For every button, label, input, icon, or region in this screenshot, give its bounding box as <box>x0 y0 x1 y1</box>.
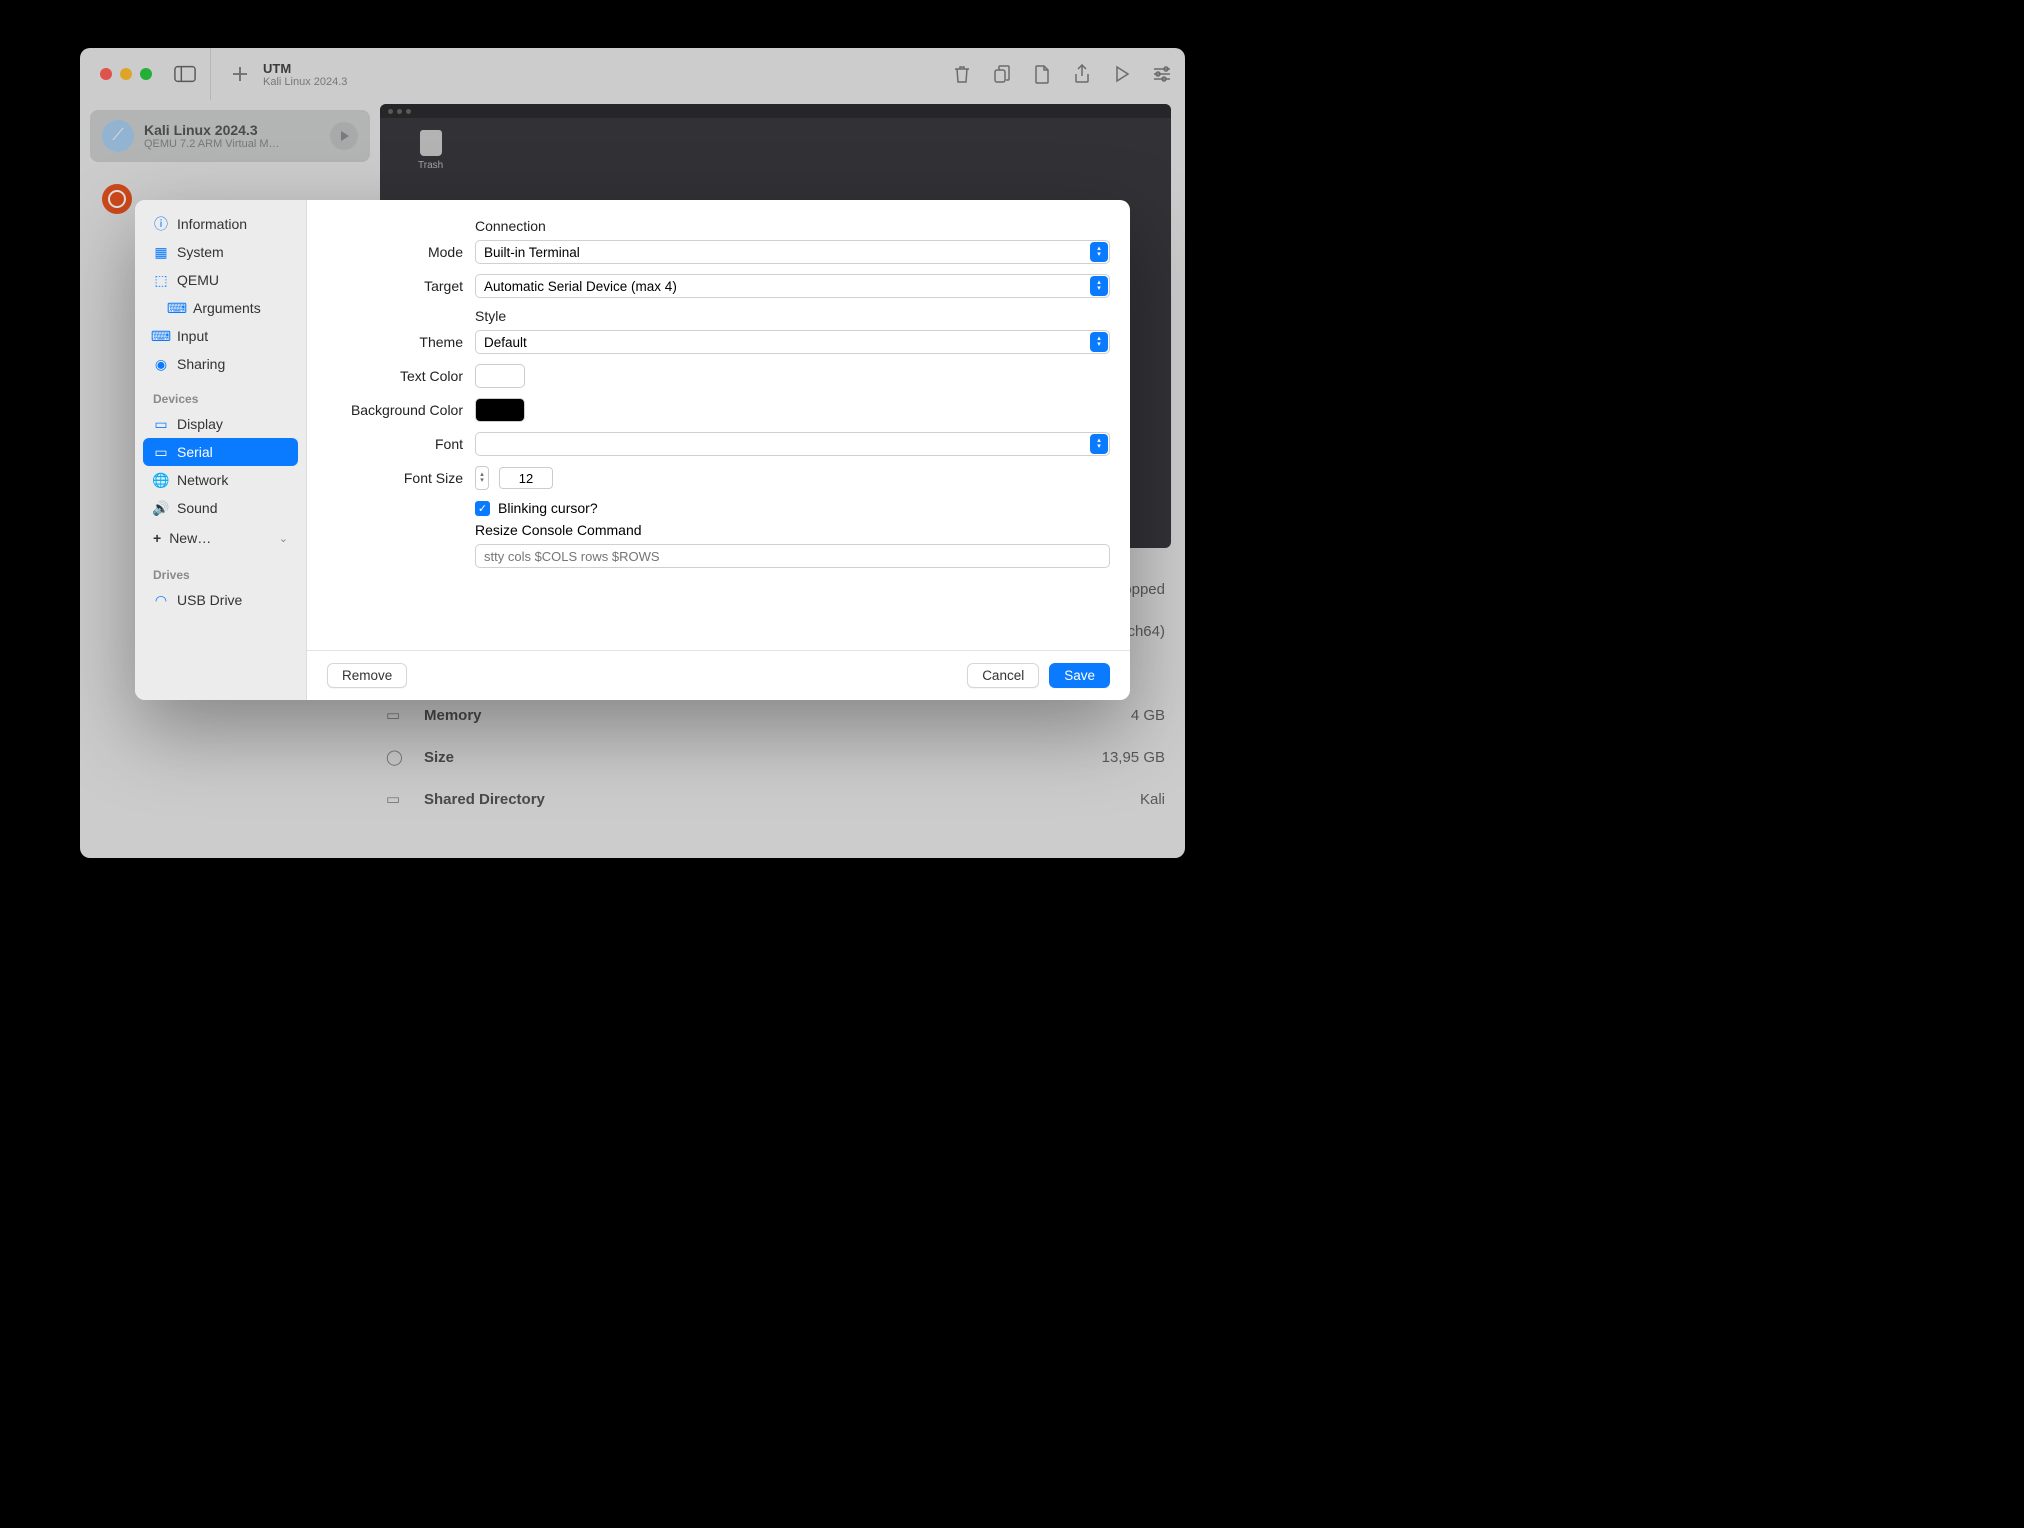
cube-icon: ⬚ <box>153 272 169 288</box>
sheet-footer: Remove Cancel Save <box>307 650 1130 700</box>
sidebar-new[interactable]: +New…⌄ <box>143 522 298 554</box>
sidebar-item-sharing[interactable]: ◉Sharing <box>143 350 298 378</box>
sharing-icon: ◉ <box>153 356 169 372</box>
display-icon: ▭ <box>153 416 169 432</box>
chevron-down-icon: ⌄ <box>279 532 288 545</box>
sidebar-item-system[interactable]: ▦System <box>143 238 298 266</box>
drives-header: Drives <box>143 554 298 586</box>
sidebar-item-serial[interactable]: ▭Serial <box>143 438 298 466</box>
settings-sheet: ⓘInformation ▦System ⬚QEMU ⌨Arguments ⌨I… <box>135 200 1130 700</box>
settings-sidebar: ⓘInformation ▦System ⬚QEMU ⌨Arguments ⌨I… <box>135 200 307 700</box>
sidebar-item-information[interactable]: ⓘInformation <box>143 210 298 238</box>
chip-icon: ▦ <box>153 244 169 260</box>
target-select[interactable]: Automatic Serial Device (max 4) <box>475 274 1110 298</box>
save-button[interactable]: Save <box>1049 663 1110 688</box>
args-icon: ⌨ <box>169 300 185 316</box>
network-icon: 🌐 <box>153 472 169 488</box>
devices-header: Devices <box>143 378 298 410</box>
font-label: Font <box>325 436 475 452</box>
theme-label: Theme <box>325 334 475 350</box>
sound-icon: 🔊 <box>153 500 169 516</box>
select-knob-icon <box>1090 276 1108 296</box>
keyboard-icon: ⌨ <box>153 328 169 344</box>
sidebar-item-sound[interactable]: 🔊Sound <box>143 494 298 522</box>
info-icon: ⓘ <box>153 216 169 232</box>
select-knob-icon <box>1090 332 1108 352</box>
theme-select[interactable]: Default <box>475 330 1110 354</box>
select-knob-icon <box>1090 242 1108 262</box>
fontsize-label: Font Size <box>325 470 475 486</box>
sidebar-item-qemu[interactable]: ⬚QEMU <box>143 266 298 294</box>
font-select[interactable] <box>475 432 1110 456</box>
fontsize-stepper[interactable] <box>475 466 1110 490</box>
mode-select[interactable]: Built-in Terminal <box>475 240 1110 264</box>
sidebar-item-input[interactable]: ⌨Input <box>143 322 298 350</box>
serial-icon: ▭ <box>153 444 169 460</box>
sidebar-item-usb[interactable]: ◠USB Drive <box>143 586 298 614</box>
remove-button[interactable]: Remove <box>327 663 407 688</box>
fontsize-input[interactable] <box>499 467 553 489</box>
connection-section: Connection <box>475 218 1110 234</box>
sidebar-item-display[interactable]: ▭Display <box>143 410 298 438</box>
blinking-label: Blinking cursor? <box>498 500 598 516</box>
bg-color-swatch[interactable] <box>475 398 525 422</box>
style-section: Style <box>475 308 1110 324</box>
text-color-swatch[interactable] <box>475 364 525 388</box>
sidebar-item-arguments[interactable]: ⌨Arguments <box>143 294 298 322</box>
resize-label: Resize Console Command <box>475 522 1110 538</box>
cancel-button[interactable]: Cancel <box>967 663 1039 688</box>
mode-label: Mode <box>325 244 475 260</box>
target-label: Target <box>325 278 475 294</box>
blinking-checkbox[interactable]: ✓ <box>475 501 490 516</box>
textcolor-label: Text Color <box>325 368 475 384</box>
sidebar-item-network[interactable]: 🌐Network <box>143 466 298 494</box>
stepper-buttons[interactable] <box>475 466 489 490</box>
drive-icon: ◠ <box>153 592 169 608</box>
select-knob-icon <box>1090 434 1108 454</box>
bgcolor-label: Background Color <box>325 402 475 418</box>
resize-input[interactable] <box>475 544 1110 568</box>
settings-form: Connection Mode Built-in Terminal Target… <box>307 200 1130 650</box>
